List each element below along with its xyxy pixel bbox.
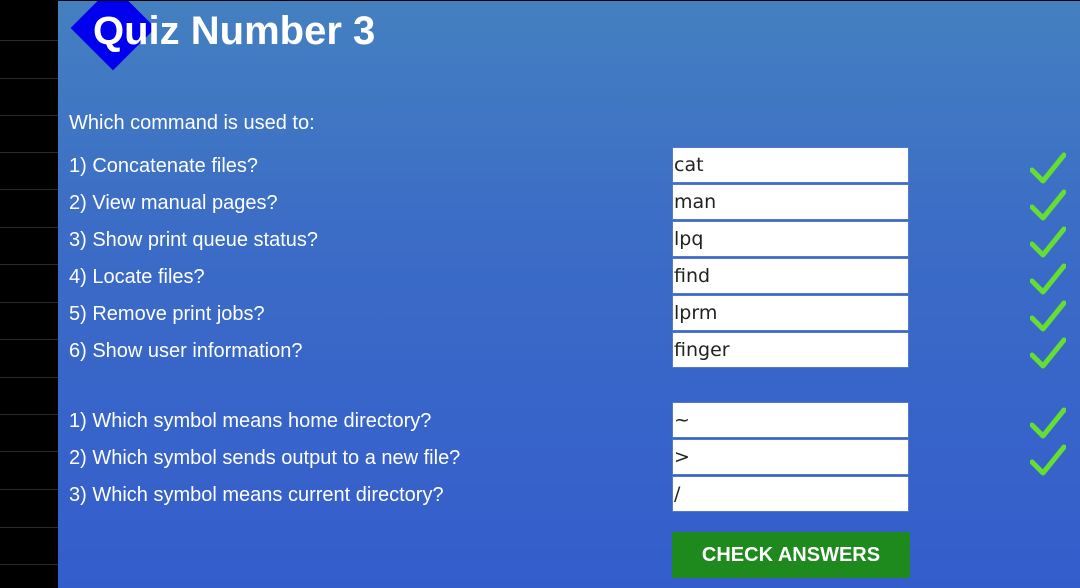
sidebar-divider xyxy=(0,302,58,303)
question-label: 1) Concatenate files? xyxy=(69,155,259,177)
answer-input[interactable] xyxy=(672,476,909,512)
quiz-intro: Which command is used to: xyxy=(69,112,315,134)
sidebar-divider xyxy=(0,527,58,528)
sidebar-divider xyxy=(0,339,58,340)
question-label: 3) Show print queue status? xyxy=(69,229,319,251)
question-label: 4) Locate files? xyxy=(69,266,205,288)
sidebar-divider xyxy=(0,414,58,415)
sidebar-divider xyxy=(0,489,58,490)
check-mark-icon xyxy=(1030,337,1066,369)
sidebar-divider xyxy=(0,451,58,452)
sidebar-divider xyxy=(0,115,58,116)
check-mark-icon xyxy=(1030,263,1066,295)
check-mark-icon xyxy=(1030,444,1066,476)
answer-input[interactable] xyxy=(672,332,909,368)
question-label: 2) View manual pages? xyxy=(69,192,278,214)
question-label: 2) Which symbol sends output to a new fi… xyxy=(69,447,461,469)
answer-input[interactable] xyxy=(672,258,909,294)
question-label: 6) Show user information? xyxy=(69,340,303,362)
question-label: 1) Which symbol means home directory? xyxy=(69,410,432,432)
answer-input[interactable] xyxy=(672,402,909,438)
sidebar-divider xyxy=(0,40,58,41)
quiz-panel: Quiz Number 3 Which command is used to: … xyxy=(58,1,1080,588)
check-mark-icon xyxy=(1030,152,1066,184)
sidebar-divider xyxy=(0,78,58,79)
answer-input[interactable] xyxy=(672,184,909,220)
check-mark-icon xyxy=(1030,300,1066,332)
check-mark-icon xyxy=(1030,407,1066,439)
sidebar-divider xyxy=(0,377,58,378)
check-mark-icon xyxy=(1030,226,1066,258)
check-mark-icon xyxy=(1030,189,1066,221)
answer-input[interactable] xyxy=(672,147,909,183)
page-title: Quiz Number 3 xyxy=(93,9,376,53)
sidebar-divider xyxy=(0,152,58,153)
answer-input[interactable] xyxy=(672,295,909,331)
question-label: 5) Remove print jobs? xyxy=(69,303,265,325)
question-label: 3) Which symbol means current directory? xyxy=(69,484,444,506)
sidebar-divider xyxy=(0,227,58,228)
sidebar-divider xyxy=(0,264,58,265)
answer-input[interactable] xyxy=(672,439,909,475)
answer-input[interactable] xyxy=(672,221,909,257)
left-sidebar-strip xyxy=(0,0,58,588)
sidebar-divider xyxy=(0,564,58,565)
sidebar-divider xyxy=(0,189,58,190)
check-answers-button[interactable]: CHECK ANSWERS xyxy=(672,532,910,578)
